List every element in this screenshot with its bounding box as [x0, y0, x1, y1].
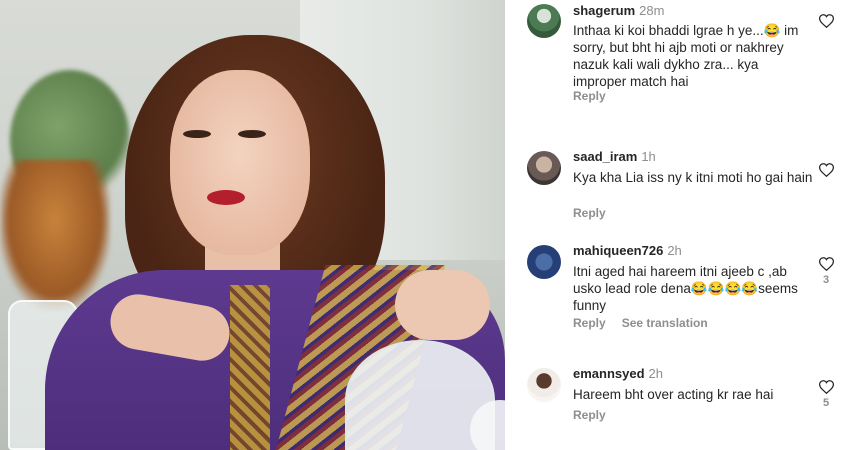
like-count: 3	[822, 274, 830, 286]
comment-text: Kya kha Lia iss ny k itni moti ho gai ha…	[573, 170, 813, 185]
avatar[interactable]	[527, 4, 561, 38]
comments-panel: shagerum 28m Inthaa ki koi bhaddi lgrae h…	[505, 0, 860, 450]
comment-meta: saad_iram 1h	[573, 149, 656, 165]
like-count: 5	[822, 397, 830, 409]
heart-outline-icon	[818, 163, 834, 177]
right-eye	[238, 130, 266, 138]
face	[170, 70, 310, 255]
comment-actions: Reply	[573, 408, 606, 422]
see-translation-button[interactable]: See translation	[622, 316, 708, 330]
comment-time: 2h	[667, 243, 682, 258]
reply-button[interactable]: Reply	[573, 206, 606, 220]
comment-meta: emannsyed 2h	[573, 366, 663, 382]
post-photo	[0, 0, 505, 450]
comment-text: Inthaa ki koi bhaddi lgrae h ye...😂 im s…	[573, 23, 799, 89]
reply-button[interactable]: Reply	[573, 89, 606, 103]
comment-text: Itni aged hai hareem itni ajeeb c ,ab us…	[573, 264, 798, 313]
like-button[interactable]: 3	[815, 257, 837, 286]
comment-actions: Reply See translation	[573, 316, 708, 330]
comment-username[interactable]: shagerum	[573, 3, 635, 18]
comment-actions: Reply	[573, 206, 606, 220]
avatar[interactable]	[527, 245, 561, 279]
lips	[207, 190, 245, 205]
heart-outline-icon	[818, 14, 834, 28]
comment-username[interactable]: emannsyed	[573, 366, 645, 381]
comment-username[interactable]: saad_iram	[573, 149, 637, 164]
heart-outline-icon	[818, 257, 834, 271]
like-button[interactable]	[815, 163, 837, 180]
comment-time: 2h	[648, 366, 664, 381]
avatar[interactable]	[527, 151, 561, 185]
comment-meta: shagerum 28m	[573, 3, 664, 19]
comment-time: 28m	[639, 3, 665, 18]
comment-text: Hareem bht over acting kr rae hai	[573, 387, 774, 402]
comment-meta: mahiqueen726 2h	[573, 243, 682, 259]
comment-actions: Reply	[573, 89, 606, 103]
avatar[interactable]	[527, 368, 561, 402]
reply-button[interactable]: Reply	[573, 316, 606, 330]
comment-username[interactable]: mahiqueen726	[573, 243, 663, 258]
comment-time: 1h	[641, 149, 656, 164]
background-lamp	[0, 160, 110, 310]
left-eye	[183, 130, 211, 138]
reply-button[interactable]: Reply	[573, 408, 606, 422]
like-button[interactable]: 5	[815, 380, 837, 409]
like-button[interactable]	[815, 14, 837, 31]
dress-neck-trim	[230, 285, 270, 450]
heart-outline-icon	[818, 380, 834, 394]
hand	[395, 270, 490, 340]
